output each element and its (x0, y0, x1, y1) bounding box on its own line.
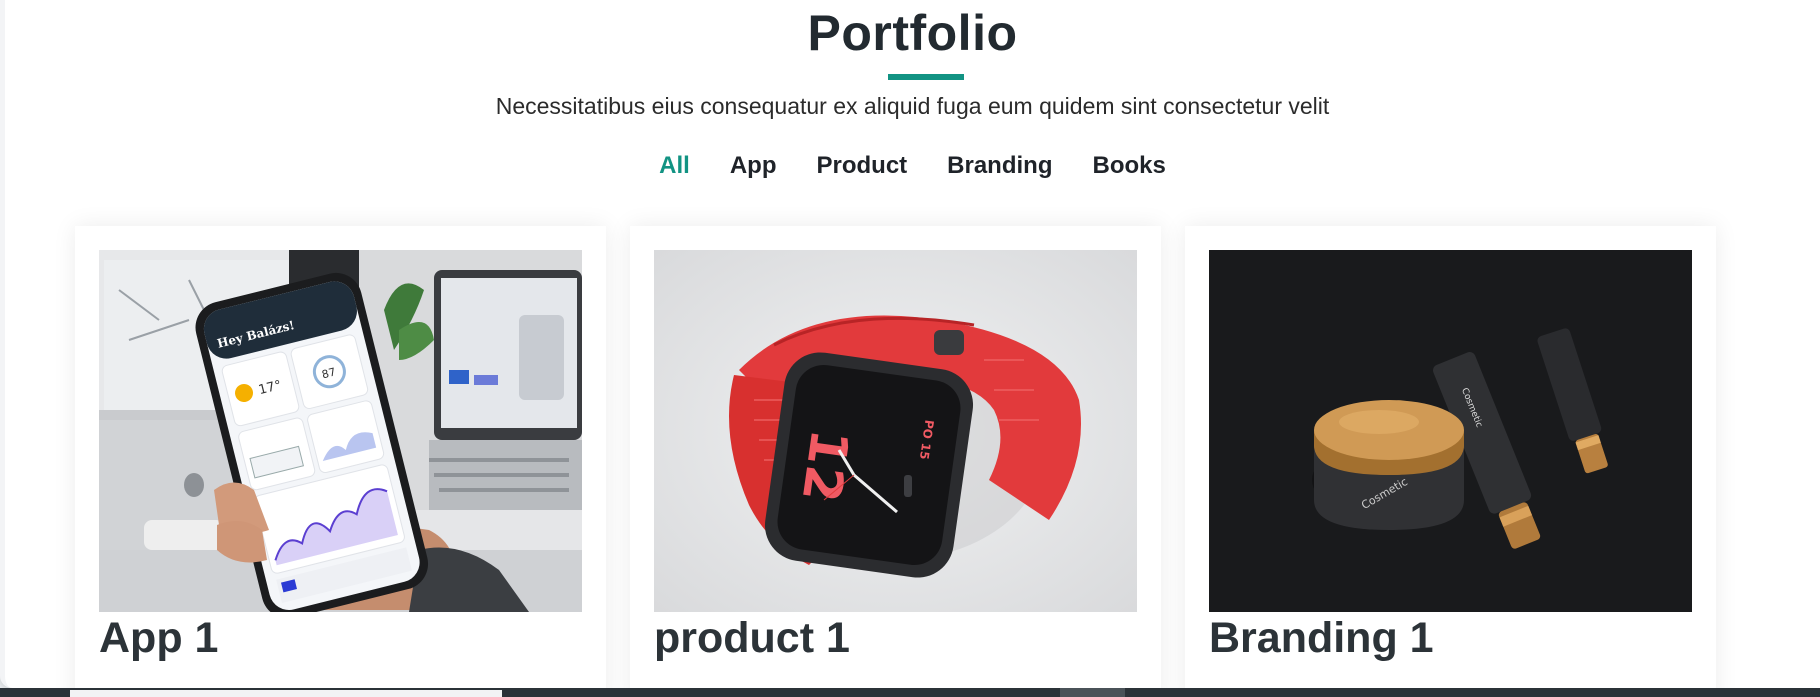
portfolio-card-branding[interactable]: Cosmetic Cosmetic Branding 1 (1185, 226, 1716, 688)
filter-branding[interactable]: Branding (947, 152, 1052, 180)
filter-all[interactable]: All (659, 152, 690, 180)
page-title: Portfolio (807, 5, 1018, 61)
portfolio-card-app[interactable]: Hey Balázs! 17° 87 App 1 (75, 226, 606, 688)
taskbar-window[interactable] (70, 690, 502, 697)
section-subtitle: Necessitatibus eius consequatur ex aliqu… (495, 93, 1330, 119)
portfolio-filters: All App Product Branding Books (5, 152, 1820, 180)
portfolio-card-product[interactable]: 12 PO 15 product 1 (630, 226, 1161, 688)
card-title-branding[interactable]: Branding 1 (1209, 614, 1434, 663)
taskbar (0, 688, 1820, 697)
red-smartwatch-image[interactable]: 12 PO 15 (654, 250, 1137, 612)
filter-app[interactable]: App (730, 152, 777, 180)
card-title-app[interactable]: App 1 (99, 614, 218, 663)
portfolio-section: Portfolio Necessitatibus eius consequatu… (0, 0, 1820, 688)
phone-app-image[interactable]: Hey Balázs! 17° 87 (99, 250, 582, 612)
taskbar-active-item[interactable] (1060, 688, 1125, 697)
filter-books[interactable]: Books (1092, 152, 1165, 180)
cosmetic-products-image[interactable]: Cosmetic Cosmetic (1209, 250, 1692, 612)
card-title-product[interactable]: product 1 (654, 614, 850, 663)
filter-product[interactable]: Product (816, 152, 907, 180)
title-underline (888, 74, 964, 80)
